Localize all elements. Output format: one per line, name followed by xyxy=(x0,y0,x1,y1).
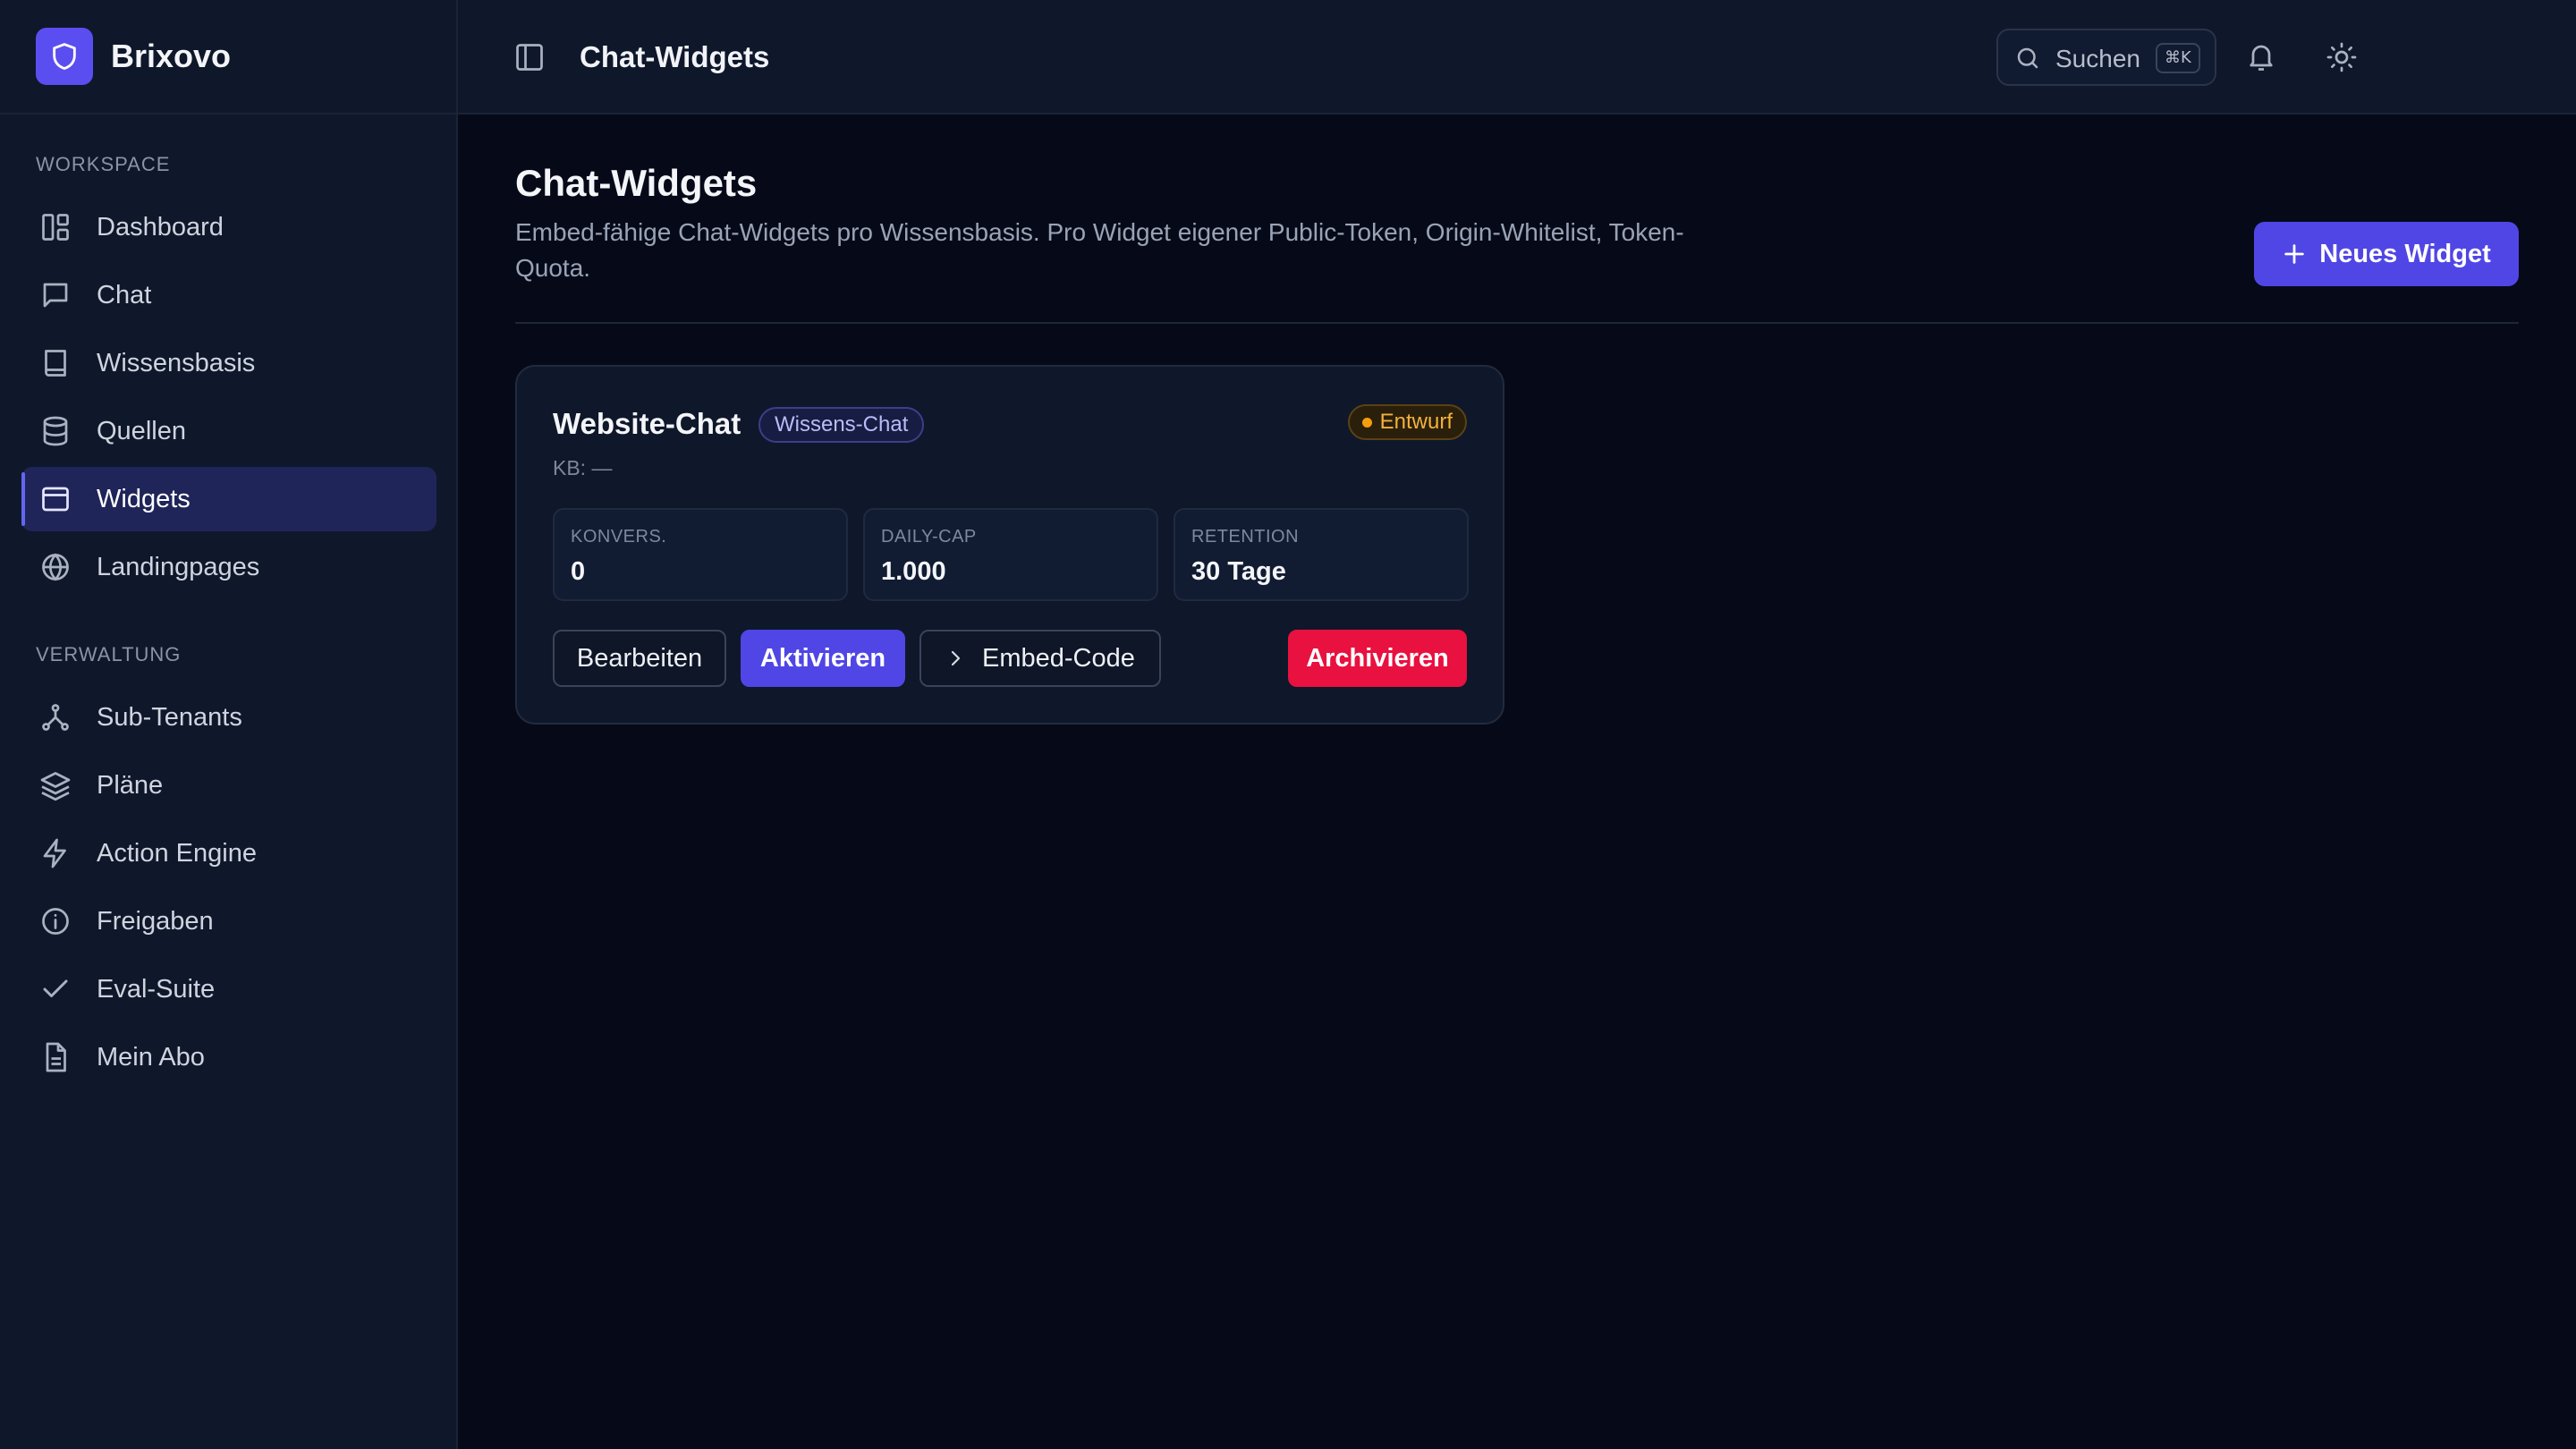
sidebar-item-mein-abo[interactable]: Mein Abo xyxy=(21,1025,436,1089)
search-shortcut: ⌘K xyxy=(2156,43,2200,73)
network-icon xyxy=(39,701,72,733)
stat-label: RETENTION xyxy=(1191,527,1300,547)
new-widget-label: Neues Widget xyxy=(2319,239,2491,268)
sidebar-item-label: Quellen xyxy=(97,417,186,445)
check-icon xyxy=(39,973,72,1005)
divider xyxy=(515,322,2519,324)
stat-daily-cap: DAILY-CAP 1.000 xyxy=(863,508,1158,601)
search-label: Suchen xyxy=(2055,45,2140,72)
sidebar-item-quellen[interactable]: Quellen xyxy=(21,399,436,463)
status-label: Entwurf xyxy=(1379,410,1453,434)
globe-icon xyxy=(39,551,72,583)
sidebar-item-freigaben[interactable]: Freigaben xyxy=(21,889,436,953)
section-label-verwaltung: VERWALTUNG xyxy=(36,643,182,665)
page-description: Embed-fähige Chat-Widgets pro Wissensbas… xyxy=(515,218,1684,282)
sidebar-item-label: Chat xyxy=(97,281,152,309)
widget-type-badge: Wissens-Chat xyxy=(758,407,925,443)
sidebar-item-label: Widgets xyxy=(97,485,191,513)
sidebar-item-action-engine[interactable]: Action Engine xyxy=(21,821,436,886)
stat-label: DAILY-CAP xyxy=(881,527,977,547)
plus-icon xyxy=(2284,244,2304,264)
layers-icon xyxy=(39,769,72,801)
embed-code-label: Embed-Code xyxy=(982,644,1135,673)
stat-value: 30 Tage xyxy=(1191,557,1286,586)
sidebar-item-label: Dashboard xyxy=(97,213,224,242)
widget-icon xyxy=(39,483,72,515)
sidebar-item-sub-tenants[interactable]: Sub-Tenants xyxy=(21,685,436,750)
sidebar-item-landingpages[interactable]: Landingpages xyxy=(21,535,436,599)
sidebar: Brixovo WORKSPACE Dashboard Chat Wissens… xyxy=(0,0,458,1449)
section-label-workspace: WORKSPACE xyxy=(36,153,171,175)
sidebar-item-label: Action Engine xyxy=(97,839,257,868)
sidebar-item-label: Freigaben xyxy=(97,907,214,936)
sidebar-item-label: Eval-Suite xyxy=(97,975,216,1004)
brand: Brixovo xyxy=(0,0,458,114)
archive-button[interactable]: Archivieren xyxy=(1288,630,1467,687)
brand-name: Brixovo xyxy=(111,38,232,74)
bell-icon[interactable] xyxy=(2245,41,2277,73)
document-icon xyxy=(39,1041,72,1073)
stat-value: 1.000 xyxy=(881,557,946,586)
sidebar-item-label: Landingpages xyxy=(97,553,260,581)
widget-name: Website-Chat xyxy=(553,407,741,440)
info-icon xyxy=(39,905,72,937)
stat-value: 0 xyxy=(571,557,586,586)
chat-icon xyxy=(39,279,72,311)
sidebar-item-label: Wissensbasis xyxy=(97,349,256,377)
sidebar-item-wissensbasis[interactable]: Wissensbasis xyxy=(21,331,436,395)
page-title: Chat-Widgets xyxy=(515,162,758,204)
search-button[interactable]: Suchen ⌘K xyxy=(1996,29,2216,86)
sidebar-toggle-icon[interactable] xyxy=(513,41,546,73)
stat-konversationen: KONVERS. 0 xyxy=(553,508,848,601)
sun-icon[interactable] xyxy=(2326,41,2358,73)
search-icon xyxy=(2014,45,2041,72)
status-badge: Entwurf xyxy=(1347,404,1467,440)
new-widget-button[interactable]: Neues Widget xyxy=(2254,222,2519,286)
book-icon xyxy=(39,347,72,379)
sidebar-item-plaene[interactable]: Pläne xyxy=(21,753,436,818)
sidebar-item-label: Sub-Tenants xyxy=(97,703,242,732)
sidebar-item-chat[interactable]: Chat xyxy=(21,263,436,327)
sidebar-item-eval-suite[interactable]: Eval-Suite xyxy=(21,957,436,1021)
stat-label: KONVERS. xyxy=(571,527,667,547)
sidebar-item-dashboard[interactable]: Dashboard xyxy=(21,195,436,259)
widget-card: Website-Chat Wissens-Chat Entwurf KB: — … xyxy=(515,365,1504,724)
sidebar-item-label: Mein Abo xyxy=(97,1043,205,1072)
edit-button[interactable]: Bearbeiten xyxy=(553,630,726,687)
bolt-icon xyxy=(39,837,72,869)
topbar: Chat-Widgets Suchen ⌘K xyxy=(458,0,2576,114)
knowledge-base-label: KB: — xyxy=(553,456,613,479)
sidebar-item-label: Pläne xyxy=(97,771,164,800)
sidebar-item-widgets[interactable]: Widgets xyxy=(21,467,436,531)
stat-retention: RETENTION 30 Tage xyxy=(1174,508,1469,601)
shield-logo-icon xyxy=(36,28,93,85)
chevron-right-icon xyxy=(951,650,961,666)
database-icon xyxy=(39,415,72,447)
embed-code-button[interactable]: Embed-Code xyxy=(919,630,1161,687)
activate-button[interactable]: Aktivieren xyxy=(741,630,905,687)
dashboard-icon xyxy=(39,211,72,243)
topbar-title: Chat-Widgets xyxy=(580,40,770,73)
status-dot-icon xyxy=(1361,418,1372,428)
